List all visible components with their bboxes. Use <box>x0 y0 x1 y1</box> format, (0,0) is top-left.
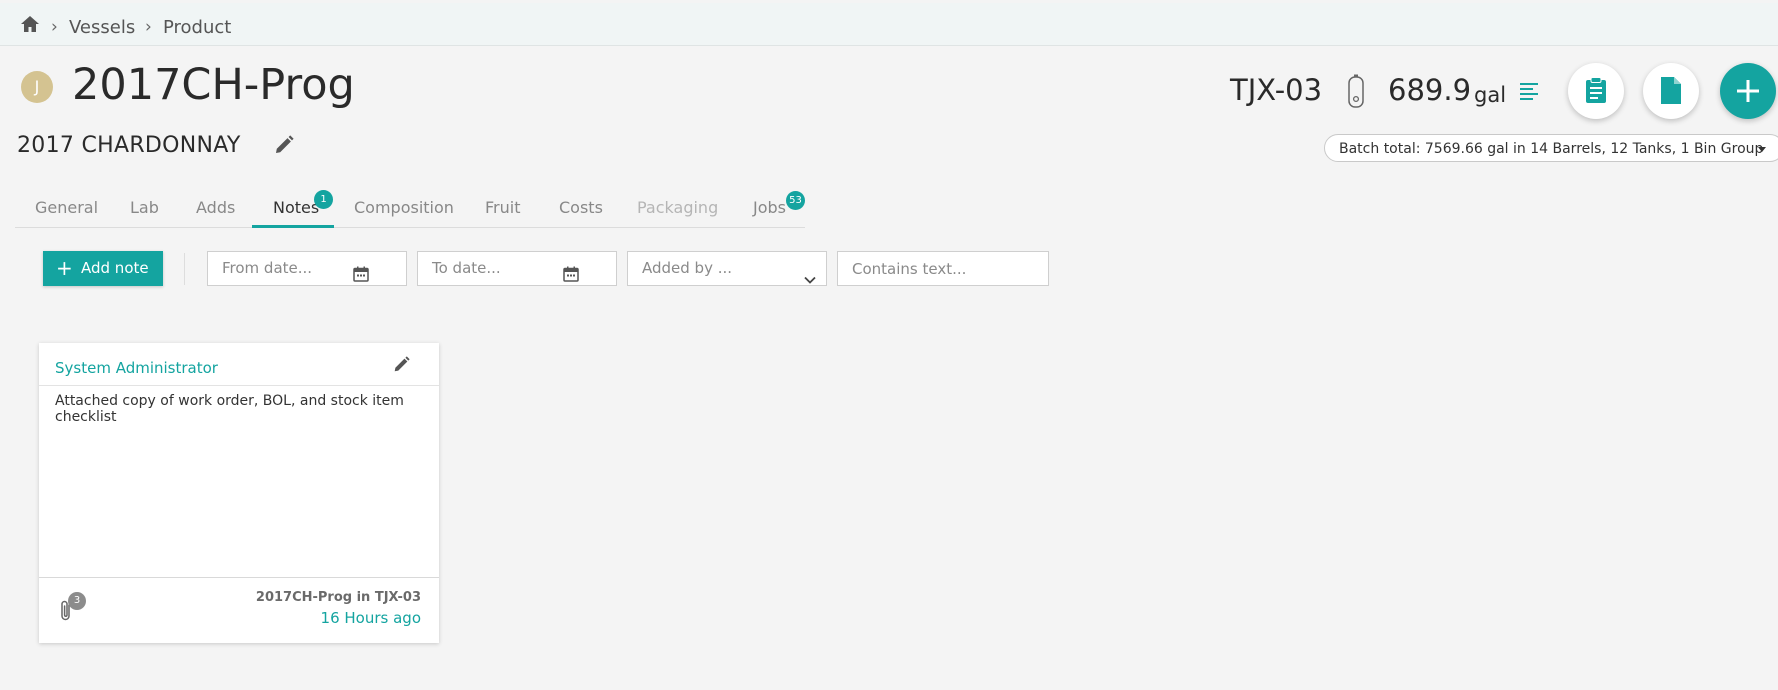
tab-packaging: Packaging <box>637 198 719 217</box>
document-button[interactable] <box>1643 63 1699 119</box>
tab-notes[interactable]: Notes <box>273 198 319 217</box>
note-card-header: System Administrator <box>39 343 439 386</box>
active-tab-indicator <box>252 225 334 228</box>
breadcrumb-product: Product <box>163 17 232 38</box>
from-date-placeholder: From date... <box>222 259 313 277</box>
lot-description: 2017 CHARDONNAY <box>17 133 241 158</box>
added-by-select[interactable]: Added by ... <box>627 251 827 286</box>
attachment-count-badge: 3 <box>68 592 86 610</box>
breadcrumb-bar: › Vessels › Product <box>0 3 1778 46</box>
to-date-field[interactable]: To date... <box>417 251 617 286</box>
toolbar-divider <box>184 253 185 285</box>
plus-icon: + <box>56 256 73 280</box>
notes-count-badge: 1 <box>314 190 333 209</box>
add-button[interactable] <box>1720 63 1776 119</box>
chevron-down-icon <box>804 264 816 297</box>
page-title: 2017CH-Prog <box>72 60 355 110</box>
tab-costs[interactable]: Costs <box>559 198 603 217</box>
volume-unit: gal <box>1474 83 1507 107</box>
tab-general[interactable]: General <box>35 198 98 217</box>
note-author[interactable]: System Administrator <box>55 359 218 377</box>
tab-composition[interactable]: Composition <box>354 198 454 217</box>
volume-value: 689.9 <box>1388 73 1472 107</box>
tabs-divider <box>15 227 805 228</box>
breadcrumb-separator: › <box>51 17 58 37</box>
list-icon[interactable] <box>1520 82 1540 104</box>
note-location: 2017CH-Prog in TJX-03 <box>255 590 421 605</box>
caret-down-icon <box>1757 135 1767 173</box>
tab-fruit[interactable]: Fruit <box>485 198 520 217</box>
note-body: Attached copy of work order, BOL, and st… <box>55 393 404 425</box>
tab-lab[interactable]: Lab <box>130 198 159 217</box>
tab-adds[interactable]: Adds <box>196 198 235 217</box>
document-icon <box>1661 77 1681 108</box>
note-timestamp: 16 Hours ago <box>320 609 421 627</box>
edit-icon[interactable] <box>274 135 294 159</box>
breadcrumb-separator: › <box>145 17 152 37</box>
calendar-icon[interactable] <box>353 261 369 294</box>
to-date-placeholder: To date... <box>432 259 501 277</box>
tab-jobs[interactable]: Jobs <box>753 198 786 217</box>
user-avatar: J <box>21 71 53 103</box>
breadcrumb-vessels[interactable]: Vessels <box>69 17 135 38</box>
contains-text-input[interactable] <box>837 251 1049 286</box>
vessel-code[interactable]: TJX-03 <box>1230 73 1322 107</box>
batch-total-dropdown[interactable]: Batch total: 7569.66 gal in 14 Barrels, … <box>1324 134 1778 162</box>
home-icon[interactable] <box>20 15 40 37</box>
clipboard-icon <box>1585 77 1607 108</box>
batch-total-text: Batch total: 7569.66 gal in 14 Barrels, … <box>1339 141 1764 157</box>
added-by-placeholder: Added by ... <box>642 259 733 277</box>
edit-icon[interactable] <box>393 356 410 377</box>
note-card: System Administrator Attached copy of wo… <box>39 343 439 643</box>
calendar-icon[interactable] <box>563 261 579 294</box>
plus-icon <box>1736 79 1760 107</box>
clipboard-button[interactable] <box>1568 63 1624 119</box>
tank-icon <box>1346 74 1366 114</box>
jobs-count-badge: 53 <box>786 191 805 210</box>
note-card-footer: 3 2017CH-Prog in TJX-03 16 Hours ago <box>39 577 439 644</box>
from-date-field[interactable]: From date... <box>207 251 407 286</box>
add-note-label: Add note <box>81 259 149 277</box>
add-note-button[interactable]: + Add note <box>43 251 163 286</box>
